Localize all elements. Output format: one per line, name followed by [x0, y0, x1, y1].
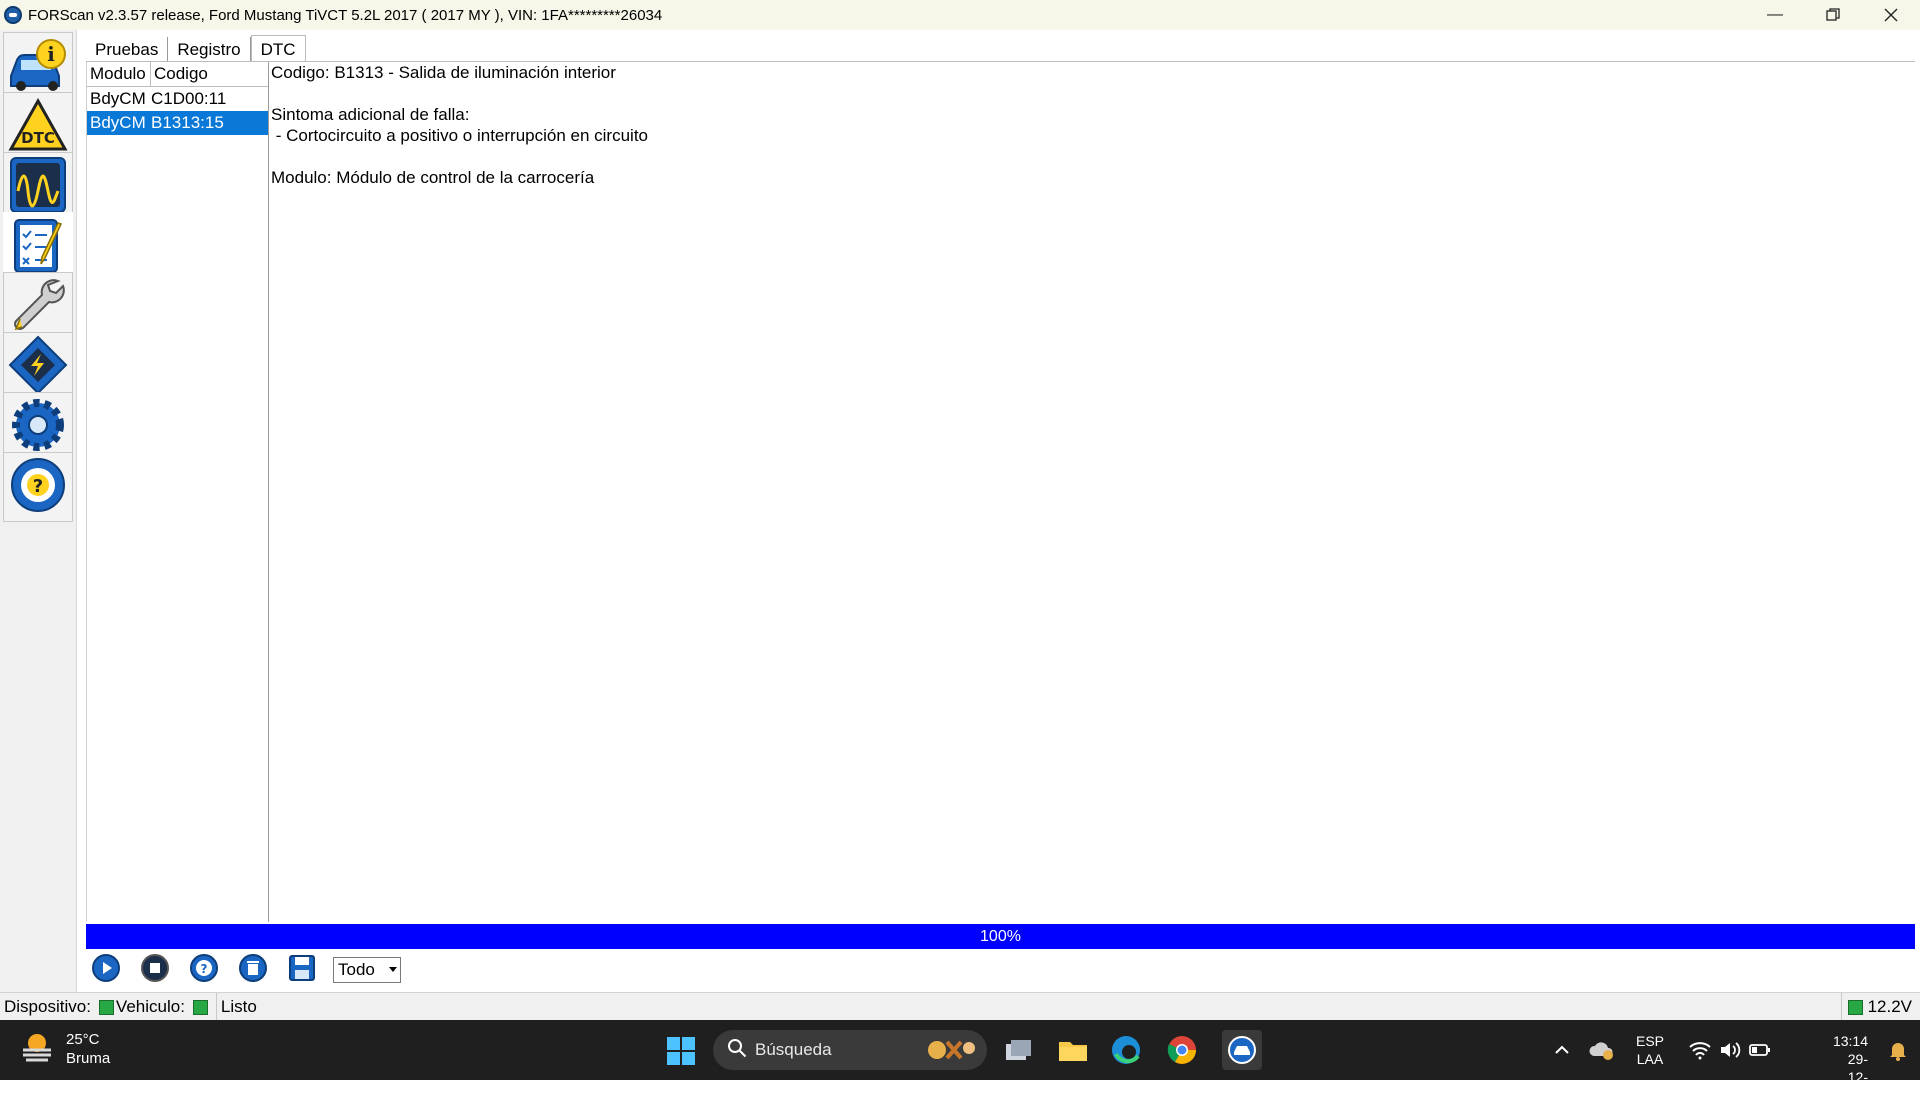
column-header-code[interactable]: Codigo — [151, 62, 208, 86]
column-header-module[interactable]: Modulo — [87, 62, 151, 86]
wifi-icon[interactable] — [1688, 1038, 1712, 1062]
progress-label: 100% — [980, 928, 1021, 945]
task-view-icon[interactable] — [1002, 1034, 1034, 1066]
cell-module: BdyCM — [90, 113, 146, 132]
table-row[interactable]: BdyCM C1D00:11 — [87, 87, 268, 111]
svg-text:?: ? — [201, 962, 208, 976]
save-icon — [288, 954, 316, 987]
chevron-up-icon[interactable] — [1550, 1038, 1574, 1062]
lang-top: ESP — [1636, 1033, 1665, 1049]
status-bar: Dispositivo: Vehiculo: Listo 12.2V — [0, 992, 1920, 1021]
language-indicator[interactable]: ESP LAA — [1636, 1032, 1664, 1068]
cell-code: B1313:15 — [151, 113, 224, 132]
dtc-list-header: Modulo Codigo — [87, 62, 268, 87]
dtc-warning-icon: DTC — [8, 97, 68, 158]
progress-bar: 100% — [86, 924, 1915, 949]
tab-registro[interactable]: Registro — [168, 37, 251, 62]
taskbar: 25°C Bruma Búsqueda ESP LAA 13:14 29-12-… — [0, 1020, 1920, 1103]
clock-date: 29-12-2023 — [1836, 1051, 1868, 1103]
play-icon — [91, 953, 121, 988]
clear-dtc-button[interactable] — [233, 952, 273, 988]
oscilloscope-icon — [8, 155, 68, 220]
chevron-down-icon[interactable] — [389, 967, 397, 972]
forscan-app-icon — [4, 6, 22, 24]
search-icon — [727, 1038, 747, 1063]
edge-browser-icon[interactable] — [1110, 1034, 1142, 1066]
vehicle-led-icon — [192, 999, 208, 1015]
window-title: FORScan v2.3.57 release, Ford Mustang Ti… — [28, 6, 663, 24]
voltage-indicator: 12.2V — [1840, 993, 1912, 1021]
clock[interactable]: 13:14 29-12-2023 — [1833, 1032, 1868, 1104]
help-button[interactable]: ? — [184, 952, 224, 988]
stop-icon — [140, 953, 170, 988]
state-text: Listo — [220, 997, 257, 1016]
car-info-icon: i — [7, 36, 69, 99]
device-status: Dispositivo: Vehiculo: — [0, 993, 217, 1021]
help-icon: ? — [7, 454, 69, 521]
lang-bottom: LAA — [1636, 1051, 1664, 1067]
file-explorer-icon[interactable] — [1057, 1034, 1089, 1066]
chip-icon — [7, 334, 69, 401]
tab-pruebas[interactable]: Pruebas — [86, 37, 169, 62]
svg-text:?: ? — [33, 476, 43, 497]
clock-time: 13:14 — [1832, 1033, 1868, 1049]
onedrive-icon[interactable] — [1588, 1038, 1616, 1062]
stop-button[interactable] — [135, 952, 175, 988]
voltage-value: 12.2V — [1867, 997, 1912, 1016]
vehicle-label: Vehiculo: — [115, 997, 185, 1016]
search-placeholder: Búsqueda — [755, 1040, 832, 1059]
chrome-browser-icon[interactable] — [1166, 1034, 1198, 1066]
restore-icon[interactable] — [1804, 0, 1862, 30]
taskbar-search[interactable]: Búsqueda — [713, 1030, 987, 1070]
volume-icon[interactable] — [1718, 1038, 1742, 1062]
help-lifebuoy-icon: ? — [189, 953, 219, 988]
dtc-details: Codigo: B1313 - Salida de iluminación in… — [271, 62, 1911, 922]
tab-dtc[interactable]: DTC — [250, 35, 306, 62]
weather-haze-icon — [20, 1032, 54, 1067]
filter-select[interactable]: Todo — [333, 957, 401, 983]
weather-temp: 25°C — [66, 1031, 100, 1048]
device-led-icon — [98, 999, 114, 1015]
bottom-toolbar: ? Todo — [86, 952, 401, 988]
dtc-code-line: Codigo: B1313 - Salida de iluminación in… — [271, 63, 616, 82]
window-controls: — — [1746, 0, 1920, 30]
sidebar: i DTC ? — [0, 30, 77, 992]
close-icon[interactable] — [1862, 0, 1920, 30]
wrench-icon — [8, 275, 68, 340]
title-bar: FORScan v2.3.57 release, Ford Mustang Ti… — [0, 0, 1920, 30]
minimize-icon[interactable]: — — [1746, 0, 1804, 30]
dtc-list[interactable]: Modulo Codigo BdyCM C1D00:11 BdyCM B1313… — [86, 62, 269, 922]
voltage-led-icon — [1847, 999, 1863, 1015]
sidebar-item-help[interactable]: ? — [3, 452, 73, 522]
svg-text:i: i — [47, 42, 55, 66]
device-label: Dispositivo: — [4, 997, 91, 1016]
module-line: Modulo: Módulo de control de la carrocer… — [271, 168, 595, 187]
table-row-selected[interactable]: BdyCM B1313:15 — [87, 111, 268, 135]
filter-select-value: Todo — [338, 960, 375, 979]
symptom-heading: Sintoma adicional de falla: — [271, 105, 470, 124]
checklist-icon — [9, 214, 67, 281]
clear-dtc-icon — [238, 953, 268, 988]
weather-widget[interactable]: 25°C Bruma — [20, 1030, 110, 1068]
save-button[interactable] — [282, 952, 322, 988]
forscan-taskbar-icon[interactable] — [1222, 1030, 1262, 1070]
battery-icon[interactable] — [1748, 1038, 1772, 1062]
gear-icon — [7, 394, 69, 461]
notification-bell-icon[interactable] — [1886, 1038, 1910, 1062]
start-button[interactable] — [86, 952, 126, 988]
start-windows-icon[interactable] — [667, 1037, 695, 1065]
weather-desc: Bruma — [66, 1050, 111, 1067]
tab-strip: Pruebas Registro DTC — [86, 34, 306, 62]
connection-state: Listo — [217, 993, 261, 1021]
search-highlight-icon — [917, 1034, 979, 1071]
svg-text:DTC: DTC — [21, 129, 55, 147]
symptom-line: - Cortocircuito a positivo o interrupció… — [271, 126, 648, 145]
cell-code: C1D00:11 — [151, 89, 227, 108]
cell-module: BdyCM — [90, 89, 146, 108]
